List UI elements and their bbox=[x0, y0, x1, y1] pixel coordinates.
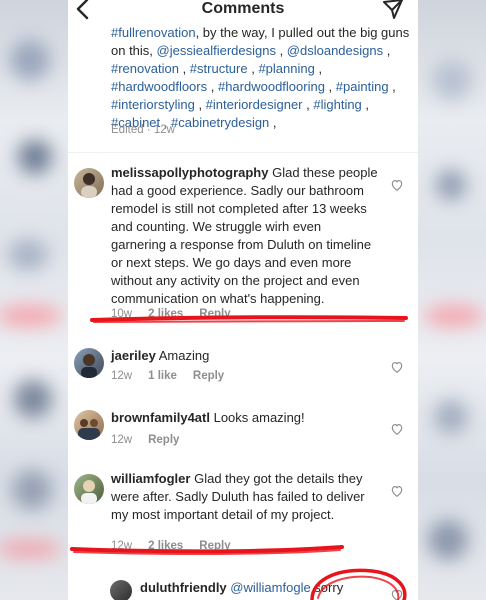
reply-button[interactable]: Reply bbox=[199, 308, 230, 320]
separator: , bbox=[178, 61, 190, 76]
like-heart-icon[interactable] bbox=[390, 484, 404, 498]
comment-meta: 12w 1 like Reply bbox=[111, 370, 240, 382]
hashtag-link[interactable]: #lighting bbox=[313, 97, 361, 112]
avatar-image bbox=[81, 480, 97, 504]
header-bar: Comments bbox=[68, 0, 418, 24]
comment-text: Glad these people had a good experience.… bbox=[111, 165, 378, 306]
separator: , bbox=[269, 115, 277, 130]
avatar[interactable] bbox=[110, 580, 132, 600]
comment-time: 12w bbox=[111, 370, 133, 382]
comment-username[interactable]: williamfogler bbox=[111, 471, 190, 486]
blurred-background-right bbox=[418, 0, 486, 600]
comment-meta: 10w 2 likes Reply bbox=[111, 308, 247, 320]
comment-item: melissapollyphotography Glad these peopl… bbox=[68, 164, 418, 324]
divider bbox=[68, 152, 418, 153]
reply-button[interactable]: Reply bbox=[199, 540, 230, 552]
comment-item: williamfogler Glad they got the details … bbox=[68, 470, 418, 560]
hashtag-link[interactable]: #interiordesigner bbox=[206, 97, 303, 112]
comment-text: sorry bbox=[310, 580, 344, 595]
comments-screen: Comments #fullrenovation, by the way, I … bbox=[68, 0, 418, 600]
send-icon[interactable] bbox=[382, 0, 404, 20]
comment-likes[interactable]: 1 like bbox=[148, 370, 177, 382]
avatar[interactable] bbox=[74, 348, 104, 378]
comment-username[interactable]: brownfamily4atl bbox=[111, 410, 210, 425]
mention-link[interactable]: @dsloandesigns bbox=[287, 43, 383, 58]
comment-body: williamfogler Glad they got the details … bbox=[111, 470, 379, 524]
page-title: Comments bbox=[201, 0, 285, 17]
blurred-background-left bbox=[0, 0, 68, 600]
reply-button[interactable]: Reply bbox=[193, 370, 224, 382]
comment-body: jaeriley Amazing bbox=[111, 347, 379, 365]
separator: , bbox=[207, 79, 218, 94]
separator: , bbox=[247, 61, 259, 76]
comment-body: melissapollyphotography Glad these peopl… bbox=[111, 164, 379, 308]
separator: , bbox=[383, 43, 391, 58]
avatar[interactable] bbox=[74, 410, 104, 440]
comment-username[interactable]: jaeriley bbox=[111, 348, 156, 363]
comment-text: Amazing bbox=[158, 348, 210, 363]
avatar-image bbox=[81, 173, 97, 198]
comment-meta: 12w 2 likes Reply bbox=[111, 540, 247, 552]
avatar[interactable] bbox=[74, 474, 104, 504]
like-heart-icon[interactable] bbox=[390, 422, 404, 436]
hashtag-link[interactable]: #hardwoodflooring bbox=[218, 79, 325, 94]
mention-link[interactable]: @jessiealfierdesigns bbox=[157, 43, 276, 58]
separator: , bbox=[361, 97, 370, 112]
mention-link[interactable]: @williamfogle bbox=[230, 580, 310, 595]
separator: , bbox=[324, 79, 336, 94]
avatar-image bbox=[81, 354, 97, 378]
comment-time: 12w bbox=[111, 434, 133, 446]
hashtag-link[interactable]: #planning bbox=[258, 61, 314, 76]
comment-username[interactable]: duluthfriendly bbox=[140, 580, 227, 595]
avatar[interactable] bbox=[74, 168, 104, 198]
comment-likes[interactable]: 2 likes bbox=[148, 308, 183, 320]
like-heart-icon[interactable] bbox=[390, 178, 404, 192]
like-heart-icon[interactable] bbox=[390, 588, 404, 600]
caption-edited-timestamp: Edited · 12w bbox=[111, 124, 175, 136]
comment-time: 10w bbox=[111, 308, 133, 320]
reply-comment-item: duluthfriendly @williamfogle sorry bbox=[68, 574, 418, 600]
like-heart-icon[interactable] bbox=[390, 360, 404, 374]
comment-body: brownfamily4atl Looks amazing! bbox=[111, 409, 379, 427]
hashtag-link[interactable]: #fullrenovation bbox=[111, 25, 196, 40]
comment-meta: 12w Reply bbox=[111, 434, 195, 446]
hashtag-link[interactable]: #interiorstyling bbox=[111, 97, 195, 112]
comment-time: 12w bbox=[111, 540, 133, 552]
hashtag-link[interactable]: #hardwoodfloors bbox=[111, 79, 207, 94]
post-caption: #fullrenovation, by the way, I pulled ou… bbox=[111, 24, 411, 132]
comment-item: jaeriley Amazing 12w 1 like Reply bbox=[68, 344, 418, 394]
hashtag-link[interactable]: #painting bbox=[336, 79, 389, 94]
separator: , bbox=[388, 79, 396, 94]
comment-username[interactable]: melissapollyphotography bbox=[111, 165, 268, 180]
separator: , bbox=[275, 43, 287, 58]
hashtag-link[interactable]: #renovation bbox=[111, 61, 179, 76]
separator: , bbox=[314, 61, 323, 76]
hashtag-link[interactable]: #structure bbox=[190, 61, 248, 76]
comment-item: brownfamily4atl Looks amazing! 12w Reply bbox=[68, 406, 418, 456]
hashtag-link[interactable]: #cabinetrydesign bbox=[171, 115, 269, 130]
comment-likes[interactable]: 2 likes bbox=[148, 540, 183, 552]
comment-text: Looks amazing! bbox=[213, 410, 305, 425]
separator: , bbox=[302, 97, 314, 112]
comment-body: duluthfriendly @williamfogle sorry bbox=[140, 579, 390, 597]
separator: , bbox=[194, 97, 206, 112]
reply-button[interactable]: Reply bbox=[148, 434, 179, 446]
avatar-image bbox=[78, 419, 100, 440]
